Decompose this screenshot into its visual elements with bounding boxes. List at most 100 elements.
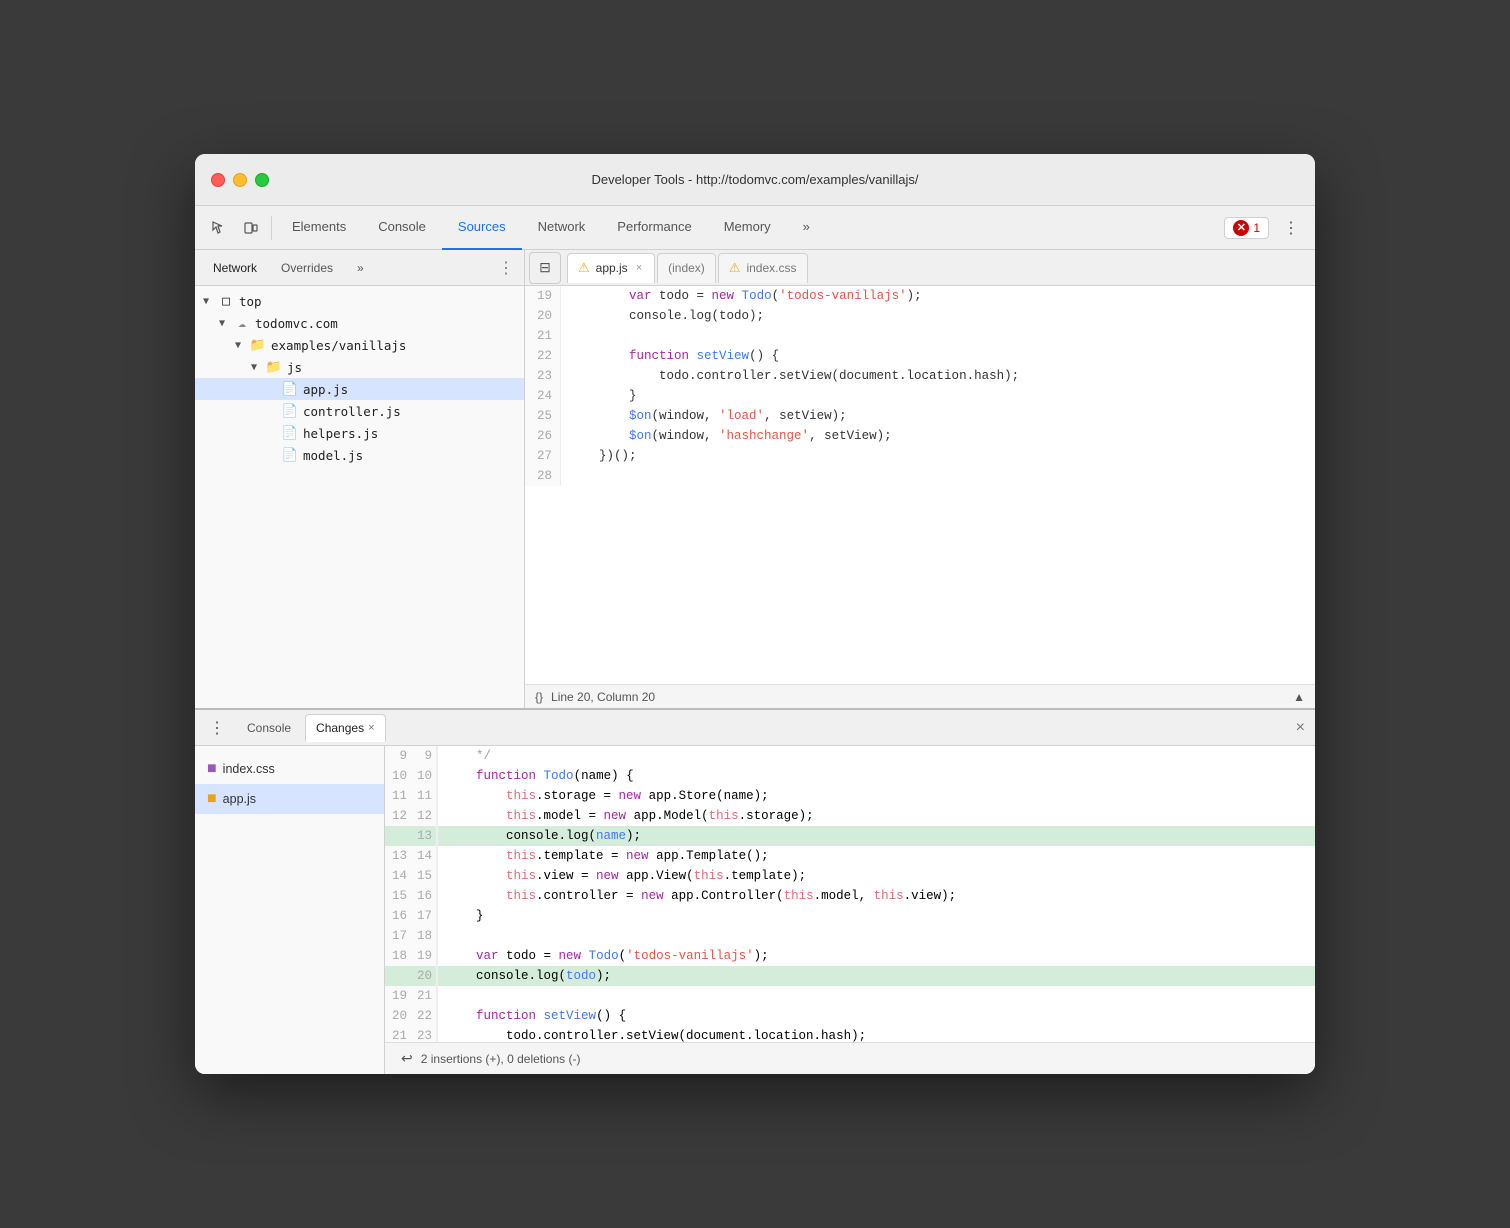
line-code: todo.controller.setView(document.locatio…: [561, 366, 1027, 386]
code-view[interactable]: 19 var todo = new Todo('todos-vanillajs'…: [525, 286, 1315, 684]
maximize-button[interactable]: [255, 173, 269, 187]
code-line-19: 19 var todo = new Todo('todos-vanillajs'…: [525, 286, 1315, 306]
js-file-icon: 📄: [281, 380, 299, 398]
tree-item-helpers-js[interactable]: 📄 helpers.js: [195, 422, 524, 444]
close-tab-icon[interactable]: ×: [634, 261, 644, 275]
inspect-element-icon[interactable]: [203, 212, 235, 244]
bottom-panel: ⋮ Console Changes × × ■ index.css ■ app.…: [195, 710, 1315, 1074]
toolbar-divider: [271, 216, 272, 240]
tree-item-top[interactable]: ▼ □ top: [195, 290, 524, 312]
fold-icon[interactable]: ⊟: [529, 252, 561, 284]
diff-line-added: 20 console.log(todo);: [385, 966, 1315, 986]
top-panel: Network Overrides » ⋮ ▼ □ top ▼ ☁: [195, 250, 1315, 710]
devtools-menu-icon[interactable]: ⋮: [1275, 212, 1307, 244]
close-changes-icon[interactable]: ×: [368, 722, 374, 734]
sidebar-tab-more[interactable]: »: [345, 257, 376, 279]
tree-label-app-js: app.js: [303, 382, 348, 397]
diff-code: this.view = new app.View(this.template);: [438, 866, 1315, 886]
tab-performance[interactable]: Performance: [601, 206, 707, 250]
cloud-icon: ☁: [233, 314, 251, 332]
cursor-position: Line 20, Column 20: [551, 690, 655, 704]
devtools-window: Developer Tools - http://todomvc.com/exa…: [195, 154, 1315, 1074]
diff-old-num: 14: [385, 866, 411, 886]
diff-old-num: 19: [385, 986, 411, 1006]
diff-code: */: [438, 746, 1315, 766]
jump-to-line-icon[interactable]: ▲: [1293, 690, 1305, 704]
tree-item-js[interactable]: ▼ 📁 js: [195, 356, 524, 378]
line-number: 20: [525, 306, 561, 326]
nav-tabs: Elements Console Sources Network Perform…: [276, 206, 1224, 249]
line-number: 25: [525, 406, 561, 426]
tree-item-app-js[interactable]: 📄 app.js: [195, 378, 524, 400]
diff-old-num: 17: [385, 926, 411, 946]
undo-icon[interactable]: ↩: [401, 1050, 413, 1067]
tree-item-model-js[interactable]: 📄 model.js: [195, 444, 524, 466]
diff-new-num: 15: [411, 866, 437, 886]
diff-old-num: 9: [385, 746, 411, 766]
changes-editor: 9 9 */ 10 10 function Todo(name): [385, 746, 1315, 1074]
tree-arrow-empty: [267, 450, 281, 461]
device-toggle-icon[interactable]: [235, 212, 267, 244]
diff-code: this.storage = new app.Store(name);: [438, 786, 1315, 806]
close-button[interactable]: [211, 173, 225, 187]
tree-label-helpers-js: helpers.js: [303, 426, 378, 441]
js-file-icon: ■: [207, 790, 217, 808]
tab-memory[interactable]: Memory: [708, 206, 787, 250]
changes-file-index-css[interactable]: ■ index.css: [195, 754, 384, 784]
diff-nums: 20 22: [385, 1006, 438, 1026]
bottom-menu-icon[interactable]: ⋮: [201, 712, 233, 744]
line-code: console.log(todo);: [561, 306, 772, 326]
diff-new-num: 18: [411, 926, 437, 946]
diff-line: 12 12 this.model = new app.Model(this.st…: [385, 806, 1315, 826]
format-icon[interactable]: {}: [535, 690, 543, 704]
status-bar: {} Line 20, Column 20 ▲: [525, 684, 1315, 708]
tab-more[interactable]: »: [787, 206, 826, 250]
error-badge[interactable]: ✕ 1: [1224, 217, 1269, 239]
editor-tab-index-css[interactable]: ⚠ index.css: [718, 253, 808, 283]
tree-item-todomvc[interactable]: ▼ ☁ todomvc.com: [195, 312, 524, 334]
sidebar-menu-icon[interactable]: ⋮: [494, 254, 518, 282]
diff-nums: 9 9: [385, 746, 438, 766]
diff-line: 20 22 function setView() {: [385, 1006, 1315, 1026]
line-number: 24: [525, 386, 561, 406]
css-file-icon: ■: [207, 760, 217, 778]
diff-code: todo.controller.setView(document.locatio…: [438, 1026, 1315, 1042]
diff-nums: 13: [385, 826, 438, 846]
folder-open-icon: 📁: [249, 336, 267, 354]
diff-line: 9 9 */: [385, 746, 1315, 766]
editor-tab-index[interactable]: (index): [657, 253, 716, 283]
tree-item-examples[interactable]: ▼ 📁 examples/vanillajs: [195, 334, 524, 356]
tree-label-model-js: model.js: [303, 448, 363, 463]
line-number: 26: [525, 426, 561, 446]
tree-item-controller-js[interactable]: 📄 controller.js: [195, 400, 524, 422]
error-icon: ✕: [1233, 220, 1249, 236]
tab-console[interactable]: Console: [362, 206, 442, 250]
tab-elements[interactable]: Elements: [276, 206, 362, 250]
close-bottom-panel-icon[interactable]: ×: [1292, 715, 1309, 741]
file-tree: ▼ □ top ▼ ☁ todomvc.com ▼ 📁 examples/: [195, 286, 524, 708]
folder-open-icon: □: [217, 292, 235, 310]
diff-line-added: 13 console.log(name);: [385, 826, 1315, 846]
diff-line: 17 18: [385, 926, 1315, 946]
diff-view[interactable]: 9 9 */ 10 10 function Todo(name): [385, 746, 1315, 1042]
tab-sources[interactable]: Sources: [442, 206, 522, 250]
line-number: 23: [525, 366, 561, 386]
diff-code: console.log(name);: [438, 826, 1315, 846]
sidebar-tab-overrides[interactable]: Overrides: [269, 257, 345, 279]
bottom-tab-changes[interactable]: Changes ×: [305, 714, 385, 742]
diff-new-num: 22: [411, 1006, 437, 1026]
diff-new-num: 21: [411, 986, 437, 1006]
bottom-content: ■ index.css ■ app.js 9: [195, 746, 1315, 1074]
minimize-button[interactable]: [233, 173, 247, 187]
sidebar-tab-network[interactable]: Network: [201, 257, 269, 279]
editor-tab-app-js[interactable]: ⚠ app.js ×: [567, 253, 655, 283]
diff-nums: 13 14: [385, 846, 438, 866]
bottom-tab-console[interactable]: Console: [237, 714, 301, 742]
tab-network[interactable]: Network: [522, 206, 602, 250]
line-number: 21: [525, 326, 561, 346]
code-line-21: 21: [525, 326, 1315, 346]
diff-line: 16 17 }: [385, 906, 1315, 926]
error-count: 1: [1253, 221, 1260, 235]
changes-file-app-js[interactable]: ■ app.js: [195, 784, 384, 814]
diff-code: this.model = new app.Model(this.storage)…: [438, 806, 1315, 826]
